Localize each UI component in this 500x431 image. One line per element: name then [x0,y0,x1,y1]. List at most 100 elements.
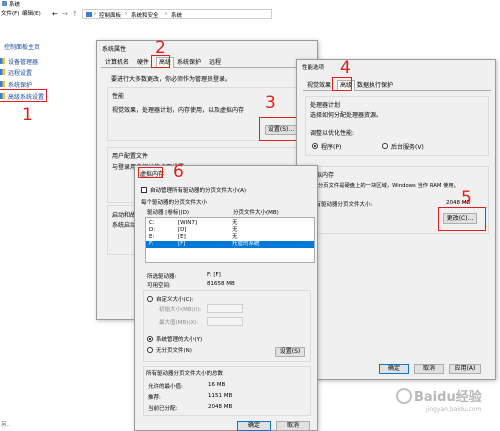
recommended-value: 1151 MB [208,393,233,399]
max-size-label: 最大值(MB)(X): [159,320,199,326]
admin-notice: 要进行大多数更改，你必须作为管理员登录。 [111,76,232,83]
drive-size: 无 [232,220,238,226]
shield-icon [0,81,5,87]
sidebar-item-system-protection[interactable]: 系统保护 [0,80,90,89]
radio-programs-label: 程序(P) [321,144,342,151]
drive-size: 无 [232,234,238,240]
max-size-input[interactable] [207,317,243,326]
per-drive-title: 每个驱动器的分页文件大小 [141,200,208,206]
radio-background[interactable] [382,143,388,149]
apply-button[interactable]: 应用(A) [449,364,481,374]
address-bar: ← → ↑ › 控制面板 › 系统和安全 › 系统 [0,9,500,20]
performance-options-dialog: 性能选项 视觉效果 高级 数据执行保护 4 处理器计划 选择如何分配处理器资源。… [296,59,496,380]
breadcrumb-item[interactable]: 系统和安全 [131,11,159,19]
auto-manage-checkbox[interactable] [141,187,147,193]
radio-background-label: 后台服务(V) [391,144,424,151]
sidebar-item-label: 远程设置 [8,70,33,77]
explorer-titlebar: 系统 [0,0,500,8]
selected-drive-value: F: [F] [207,272,221,278]
drive-row[interactable]: D: [D] 无 [146,227,314,234]
breadcrumb-sep-icon: › [165,11,167,17]
drive-row[interactable]: E: [E] 无 [146,234,314,241]
min-allowed-label: 允许的最小值: [148,384,183,390]
drive-letter: C: [149,220,155,226]
free-space-value: 81658 MB [207,281,235,287]
auto-manage-label: 自动管理所有驱动器的分页文件大小(A) [150,188,247,194]
window-icon [2,1,7,6]
ok-button[interactable]: 确定 [237,421,271,431]
dialog-title: 系统属性 [102,46,127,53]
recommended-label: 推荐: [148,395,161,401]
dialog-title: 性能选项 [302,65,325,71]
drive-label: [WIN7] [178,220,197,226]
free-space-label: 可用空间: [147,283,171,289]
breadcrumb-sep-icon: › [125,11,127,17]
watermark: Baidu经验 jingyan.baidu.com [396,384,496,428]
up-icon[interactable]: ↑ [72,10,78,18]
computer-icon [86,12,92,17]
shield-icon [0,69,5,75]
tab-system-protection[interactable]: 系统保护 [177,60,201,66]
processor-scheduling-group: 处理器计划 选择如何分配处理器资源。 调整以优化性能: 程序(P) 后台服务(V… [305,96,489,156]
performance-title: 性能 [112,93,125,100]
min-allowed-value: 16 MB [208,382,226,388]
bottom-link-stub: 另.. [1,422,10,428]
scheduling-title: 处理器计划 [310,102,341,109]
col-size-header: 分页文件大小(MB) [233,210,279,216]
drive-letter: D: [149,227,156,233]
drive-label: [F] [178,241,186,247]
watermark-url: jingyan.baidu.com [426,406,482,413]
radio-system-managed[interactable] [147,336,153,342]
drive-label: [D] [178,227,187,233]
sidebar-home-link[interactable]: 控制面板主页 [4,42,40,51]
drive-row-selected[interactable]: F: [F] 托管的系统 [146,241,314,248]
system-managed-label: 系统管理的大小(Y) [156,337,203,343]
ok-button[interactable]: 确定 [379,364,409,374]
drive-letter: F: [149,241,154,247]
breadcrumb-item[interactable]: 控制面板 [99,11,121,19]
tab-hardware[interactable]: 硬件 [137,60,149,66]
scheduling-desc: 选择如何分配处理器资源。 [310,112,383,119]
total-size-group: 所有驱动器分页文件大小的总数 允许的最小值: 16 MB 推荐: 1151 MB… [143,366,311,416]
tab-dep[interactable]: 数据执行保护 [357,83,393,89]
annotation-number-2: 2 [155,38,166,58]
performance-desc: 视觉效果，处理器计划，内存使用，以及虚拟内存 [112,107,245,114]
window-title: 系统 [9,2,21,8]
set-button[interactable]: 设置(S) [275,347,305,357]
radio-no-paging[interactable] [147,347,153,353]
radio-programs[interactable] [312,143,318,149]
adjust-label: 调整以优化性能: [310,130,355,137]
current-allocated-value: 2048 MB [208,404,233,410]
sidebar-item-device-manager[interactable]: 设备管理器 [0,57,90,66]
sidebar: 控制面板主页 设备管理器 远程设置 系统保护 高级系统设置 1 [0,22,95,431]
current-allocated-label: 当前已分配: [148,406,178,412]
sidebar-item-label: 设备管理器 [8,59,39,66]
drive-label: [E] [178,234,186,240]
breadcrumb-sep-icon: › [94,11,96,17]
tab-remote[interactable]: 远程 [209,60,221,66]
tab-visual-effects[interactable]: 视觉效果 [307,83,331,89]
annotation-number-5: 5 [461,188,472,208]
annotation-box-1 [0,89,47,102]
initial-size-input[interactable] [207,304,243,313]
annotation-number-3: 3 [265,93,276,113]
custom-size-label: 自定义大小(C): [156,297,194,303]
breadcrumb-item[interactable]: 系统 [171,11,182,19]
sidebar-item-label: 系统保护 [8,82,33,89]
vm-total-label: 所有驱动器分页文件大小: [310,202,373,208]
sidebar-item-remote-settings[interactable]: 远程设置 [0,68,90,77]
drive-list[interactable]: C: [WIN7] 无 D: [D] 无 E: [E] 无 F: [F] 托管的… [145,217,315,263]
radio-custom-size[interactable] [147,296,153,302]
cancel-button[interactable]: 取消 [414,364,444,374]
drive-size: 托管的系统 [232,241,260,247]
drive-row[interactable]: C: [WIN7] 无 [146,220,314,227]
tab-computer-name[interactable]: 计算机名 [105,60,129,66]
breadcrumb[interactable]: › 控制面板 › 系统和安全 › 系统 [82,9,272,19]
total-title: 所有驱动器分页文件大小的总数 [146,371,224,377]
forward-icon[interactable]: → [62,10,68,18]
back-icon[interactable]: ← [52,10,58,18]
virtual-memory-dialog: 虚拟内存 6 自动管理所有驱动器的分页文件大小(A) 每个驱动器的分页文件大小 … [134,164,318,431]
cancel-button[interactable]: 取消 [276,421,310,431]
col-drive-header: 驱动器 [卷标](D) [147,210,190,216]
annotation-box-6 [138,167,163,178]
